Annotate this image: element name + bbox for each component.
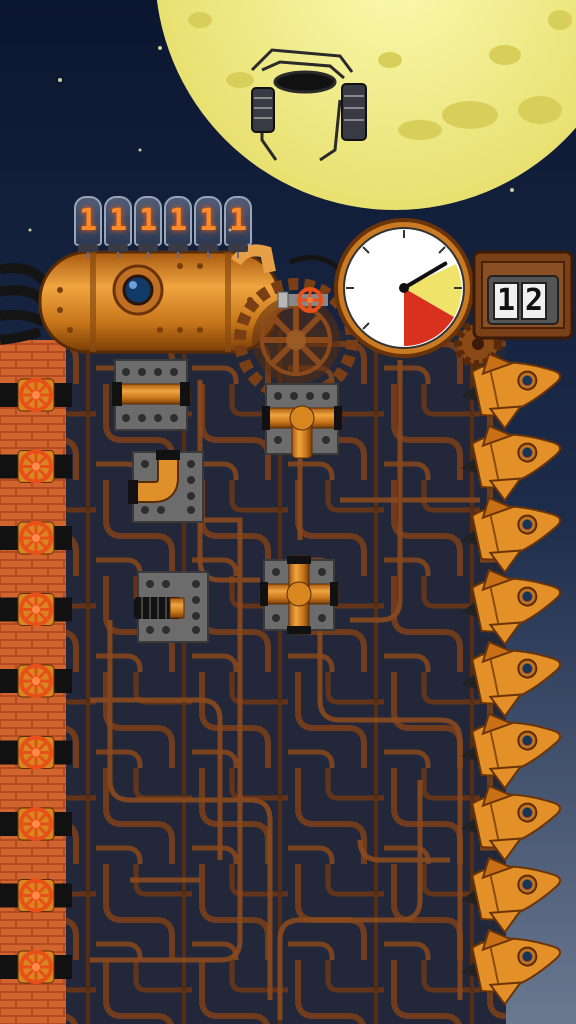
level-counter: 1 2: [474, 250, 572, 340]
level-digit: 1: [493, 282, 519, 320]
score-digit-tube: 1: [164, 196, 192, 252]
coupling-pipe-piece[interactable]: [134, 571, 209, 643]
cross-pipe-piece[interactable]: [259, 555, 339, 635]
score-digit-tube: 1: [194, 196, 222, 252]
valve-wheel[interactable]: [0, 592, 72, 627]
score-digit-tube: 1: [224, 196, 252, 252]
elbow-pipe-piece[interactable]: [128, 450, 204, 523]
tee-pipe-piece[interactable]: [261, 383, 343, 459]
valve-wheel[interactable]: [0, 807, 72, 841]
score-digit-tube: 1: [134, 196, 162, 252]
valve-wheel[interactable]: [0, 449, 72, 484]
valve-wheel[interactable]: [0, 521, 72, 555]
valve-wheel[interactable]: [0, 664, 72, 698]
score-digit-tube: 1: [104, 196, 132, 252]
valve-wheel[interactable]: [0, 950, 72, 984]
game-scene: [0, 0, 576, 1024]
score-digit-tube: 1: [74, 196, 102, 252]
pressure-gauge: [334, 218, 474, 358]
valve-wheel[interactable]: [0, 378, 72, 412]
left-valve-column: [0, 378, 72, 984]
valve-wheel[interactable]: [0, 735, 72, 770]
valve-wheel[interactable]: [0, 878, 72, 913]
straight-pipe-piece[interactable]: [111, 359, 191, 431]
level-digit: 2: [521, 282, 547, 320]
